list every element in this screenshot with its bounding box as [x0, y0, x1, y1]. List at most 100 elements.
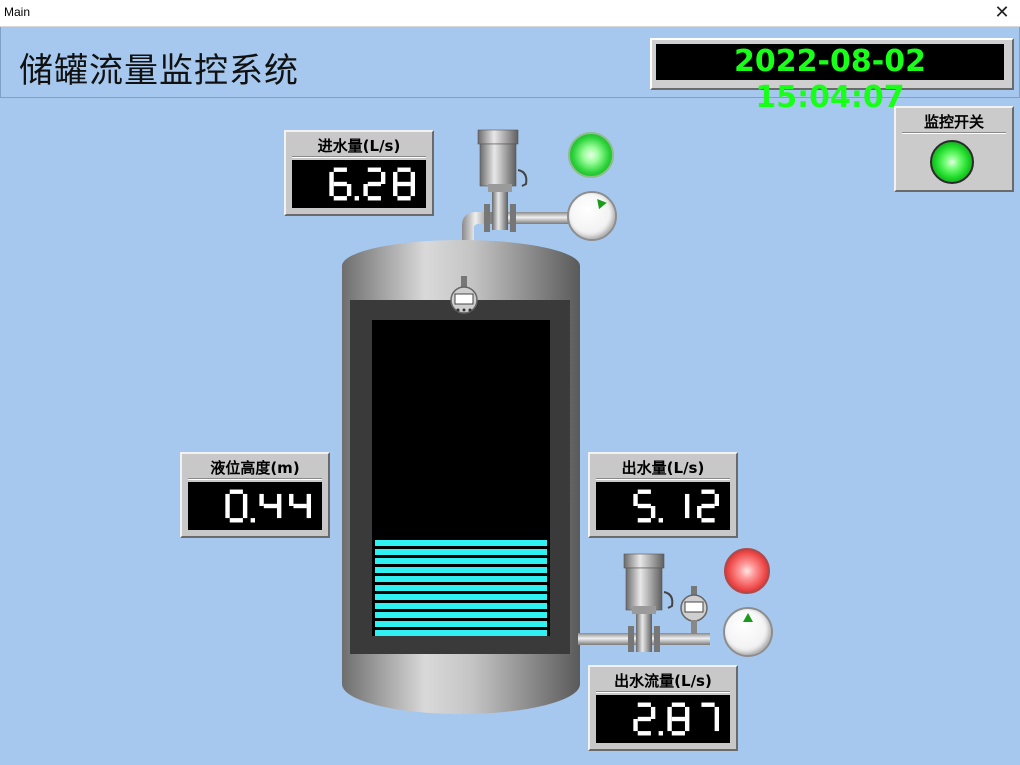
outflow-rate-panel: 出水流量(L/s)	[588, 665, 738, 751]
digit-segment	[637, 503, 651, 509]
digit-segment	[637, 702, 651, 707]
digit-segment	[333, 181, 347, 187]
digit-segment	[637, 518, 651, 523]
digit-segment	[276, 493, 282, 506]
decimal-point	[658, 518, 663, 523]
liquid-stripe	[375, 621, 547, 627]
liquid-stripe	[375, 603, 547, 609]
liquid-stripe	[375, 612, 547, 618]
liquid-stripe	[375, 558, 547, 564]
digit-segment	[225, 506, 230, 519]
digit-segment	[671, 731, 685, 736]
gauge-needle-icon	[593, 195, 607, 210]
digit-segment	[637, 489, 651, 494]
digit-segment	[701, 489, 715, 494]
liquid-stripe	[375, 567, 547, 573]
digit-segment	[671, 716, 685, 722]
digit-segment	[393, 184, 398, 197]
digit-segment	[367, 167, 381, 172]
digit-segment	[637, 716, 651, 722]
digit-segment	[263, 503, 277, 509]
digit-segment	[306, 506, 312, 519]
outlet-flow-value	[633, 489, 720, 523]
digit-segment	[684, 706, 690, 719]
outlet-status-lamp	[724, 548, 770, 594]
inlet-pipe	[462, 212, 574, 242]
digit-segment	[329, 171, 334, 184]
digit-segment	[671, 702, 685, 707]
digit-segment	[397, 181, 411, 187]
digit-segment	[333, 167, 347, 172]
digit-segment	[697, 506, 702, 519]
decimal-point	[354, 196, 359, 201]
inlet-flow-label: 进水量(L/s)	[317, 137, 401, 155]
digit-segment	[367, 181, 381, 187]
digit-segment	[259, 493, 264, 506]
flow-meter-icon	[680, 586, 708, 634]
digit-segment	[714, 719, 720, 732]
digit-segment	[684, 506, 690, 519]
liquid-stripe	[375, 540, 547, 546]
liquid-stripe	[375, 576, 547, 582]
level-height-label: 液位高度(m)	[210, 459, 300, 477]
digit-segment	[684, 719, 690, 732]
digit-segment	[229, 518, 243, 523]
digit-segment	[701, 518, 715, 523]
liquid-level-fill	[375, 540, 547, 636]
level-height-value	[225, 489, 312, 523]
digit-segment	[289, 493, 294, 506]
digit-segment	[380, 171, 386, 184]
digit-segment	[701, 503, 715, 509]
digit-segment	[393, 171, 398, 184]
digit-segment	[363, 184, 368, 197]
outlet-flow-label: 出水量(L/s)	[621, 459, 705, 477]
level-height-display	[188, 482, 322, 530]
digit-segment	[410, 171, 416, 184]
inlet-status-lamp	[568, 132, 614, 178]
digit-segment	[714, 706, 720, 719]
digit-segment	[633, 719, 638, 732]
outflow-rate-display	[596, 695, 730, 743]
gauge-needle-icon	[743, 613, 753, 622]
outlet-flow-panel: 出水量(L/s)	[588, 452, 738, 538]
digit-segment	[637, 731, 651, 736]
digit-segment	[667, 719, 672, 732]
outlet-flow-display	[596, 482, 730, 530]
digit-segment	[650, 706, 656, 719]
digit-segment	[329, 184, 334, 197]
digit-segment	[633, 493, 638, 506]
digit-segment	[229, 489, 243, 494]
digit-segment	[667, 706, 672, 719]
digit-segment	[684, 493, 690, 506]
digit-segment	[714, 493, 720, 506]
level-height-panel: 液位高度(m)	[180, 452, 330, 538]
digit-segment	[397, 167, 411, 172]
inlet-pressure-gauge-icon	[567, 191, 617, 241]
outflow-rate-label: 出水流量(L/s)	[614, 672, 712, 690]
digit-segment	[333, 196, 347, 201]
liquid-stripe	[375, 549, 547, 555]
digit-segment	[276, 506, 282, 519]
digit-segment	[650, 506, 656, 519]
digit-segment	[306, 493, 312, 506]
liquid-stripe	[375, 585, 547, 591]
digit-segment	[293, 503, 307, 509]
digit-segment	[346, 184, 352, 197]
process-diagram	[342, 129, 710, 714]
inlet-flow-panel: 进水量(L/s)	[284, 130, 434, 216]
inlet-flow-value	[329, 167, 416, 201]
liquid-stripe	[375, 594, 547, 600]
digit-segment	[242, 506, 248, 519]
digit-segment	[242, 493, 248, 506]
decimal-point	[250, 518, 255, 523]
digit-segment	[701, 702, 715, 707]
digit-segment	[397, 196, 411, 201]
outflow-rate-value	[633, 702, 720, 736]
outlet-pressure-gauge-icon	[723, 607, 773, 657]
liquid-stripe	[375, 630, 547, 636]
digit-segment	[410, 184, 416, 197]
decimal-point	[658, 731, 663, 736]
digit-segment	[367, 196, 381, 201]
inlet-flow-display	[292, 160, 426, 208]
digit-segment	[225, 493, 230, 506]
